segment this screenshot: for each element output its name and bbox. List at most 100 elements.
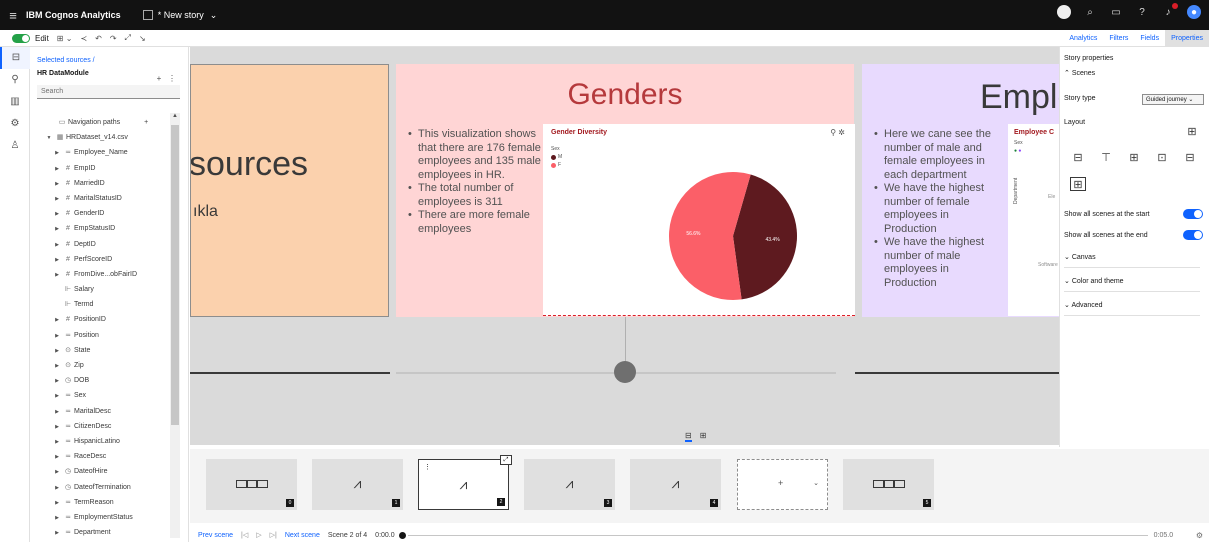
- grid-view-icon[interactable]: ⊞: [700, 431, 707, 442]
- tree-item[interactable]: ▶ ≂ EmploymentStatus: [30, 510, 170, 525]
- pin-icon[interactable]: ↘: [139, 34, 146, 43]
- add-scene-button[interactable]: + ⌄: [737, 459, 828, 510]
- tree-item[interactable]: ▶ # FromDive...obFairID: [30, 267, 170, 282]
- chevron-down-icon[interactable]: ⌄: [813, 479, 819, 487]
- tree-item[interactable]: ▶ ≂ CitizenDesc: [30, 419, 170, 434]
- chevron-right-icon[interactable]: ▶: [52, 511, 62, 526]
- story-title[interactable]: * New story: [158, 10, 204, 20]
- more-icon[interactable]: ⋮: [424, 463, 431, 471]
- expand-icon[interactable]: ⤢: [500, 455, 512, 465]
- tree-item[interactable]: ⊩ Termd: [30, 297, 170, 312]
- chevron-down-icon[interactable]: ▼: [44, 131, 54, 146]
- widgets-icon[interactable]: ⚙: [0, 113, 30, 135]
- scene-card-2[interactable]: Genders This visualization shows that th…: [396, 64, 855, 317]
- tree-item[interactable]: ▼ ▦ HRDataset_v14.csv: [30, 130, 170, 145]
- color-theme-section[interactable]: ⌄ Color and theme: [1064, 277, 1200, 292]
- chat-icon[interactable]: ▭: [1109, 5, 1123, 19]
- scrollbar[interactable]: ▲ ▼: [170, 113, 180, 538]
- chevron-right-icon[interactable]: ▶: [52, 207, 62, 222]
- layout-option-icon[interactable]: ⊟: [1182, 151, 1198, 165]
- tab-properties[interactable]: Properties: [1165, 30, 1209, 47]
- share-icon[interactable]: ≺: [80, 34, 87, 43]
- next-scene-button[interactable]: Next scene: [285, 532, 320, 539]
- playhead[interactable]: [398, 531, 406, 539]
- story-type-select[interactable]: Guided journey ⌄: [1142, 94, 1204, 105]
- chevron-right-icon[interactable]: ▶: [52, 465, 62, 480]
- chevron-right-icon[interactable]: ▶: [52, 268, 62, 283]
- data-sources-icon[interactable]: ⊟: [0, 47, 30, 69]
- scroll-up-icon[interactable]: ▲: [170, 113, 180, 119]
- bar-chart-widget[interactable]: Employee C Sex ● ● Department Ele Softwa…: [1008, 124, 1059, 316]
- tree-item[interactable]: ▶ ≂ Position: [30, 328, 170, 343]
- scene-thumbnail-2[interactable]: ⋮ ⤢ ⩘ 2: [418, 455, 512, 510]
- tab-analytics[interactable]: Analytics: [1063, 30, 1103, 47]
- breadcrumb[interactable]: Selected sources /: [30, 47, 188, 64]
- tree-item[interactable]: ▶ # EmpID: [30, 161, 170, 176]
- play-icon[interactable]: ▷: [256, 531, 261, 539]
- add-more-icon[interactable]: + ⋮: [157, 74, 176, 83]
- chevron-right-icon[interactable]: ▶: [52, 162, 62, 177]
- chevron-right-icon[interactable]: ▶: [52, 146, 62, 161]
- scene-thumbnail-5[interactable]: 5: [843, 459, 934, 510]
- chevron-right-icon[interactable]: ▶: [52, 405, 62, 420]
- pie-chart-widget[interactable]: Gender Diversity ⚲ ✲ Sex M F 43.4% 56.6%: [543, 124, 855, 316]
- tree-item[interactable]: ▶ ≂ Department: [30, 525, 170, 540]
- assistant-icon[interactable]: [1057, 5, 1071, 19]
- notification-icon[interactable]: ♪: [1161, 3, 1178, 19]
- tree-item[interactable]: ▶ # PerfScoreID: [30, 252, 170, 267]
- chevron-right-icon[interactable]: ▶: [52, 420, 62, 435]
- layout-option-icon[interactable]: ⊡: [1154, 151, 1170, 165]
- chevron-right-icon[interactable]: ▶: [52, 238, 62, 253]
- chevron-right-icon[interactable]: ▶: [52, 329, 62, 344]
- settings-icon[interactable]: ⚙: [1196, 531, 1203, 540]
- timeline-knob[interactable]: [614, 361, 636, 383]
- pin-icon[interactable]: ⚲: [0, 69, 30, 91]
- tree-item[interactable]: ▶ ≂ Employee_Name: [30, 145, 170, 160]
- chevron-right-icon[interactable]: ▶: [52, 450, 62, 465]
- tree-item[interactable]: ▶ # PositionID: [30, 312, 170, 327]
- timeline-track[interactable]: [407, 534, 1148, 536]
- search-icon[interactable]: ⌕: [1083, 5, 1097, 19]
- chevron-right-icon[interactable]: ▶: [52, 481, 62, 496]
- grid-icon[interactable]: ⊞ ⌄: [57, 34, 73, 43]
- chevron-right-icon[interactable]: ▶: [52, 177, 62, 192]
- menu-icon[interactable]: ≡: [0, 8, 26, 23]
- canvas-section[interactable]: ⌄ Canvas: [1064, 253, 1200, 268]
- chevron-right-icon[interactable]: ▶: [52, 253, 62, 268]
- advanced-section[interactable]: ⌄ Advanced: [1064, 301, 1200, 316]
- tree-item[interactable]: ▶ ⊙ Zip: [30, 358, 170, 373]
- tree-item[interactable]: ▶ # MaritalStatusID: [30, 191, 170, 206]
- show-start-toggle[interactable]: [1183, 209, 1203, 219]
- layout-option-icon[interactable]: ⊞: [1070, 177, 1086, 191]
- scrollbar-thumb[interactable]: [171, 125, 179, 425]
- assets-icon[interactable]: ♙: [0, 135, 30, 157]
- edit-toggle[interactable]: [12, 33, 30, 43]
- chevron-right-icon[interactable]: ▶: [52, 496, 62, 511]
- scene-card-3[interactable]: Emplo Here we cane see the number of mal…: [862, 64, 1059, 317]
- list-view-icon[interactable]: ⊟: [685, 431, 692, 442]
- tree-item[interactable]: ▶ ≂ HispanicLatino: [30, 434, 170, 449]
- tree-item[interactable]: ▶ ≂ Sex: [30, 388, 170, 403]
- tree-item[interactable]: ▶ ⊙ State: [30, 343, 170, 358]
- chevron-right-icon[interactable]: ▶: [52, 526, 62, 541]
- scene-card-1[interactable]: sources ıkla: [190, 64, 389, 317]
- chevron-right-icon[interactable]: ▶: [52, 344, 62, 359]
- scene-thumbnail-4[interactable]: ⩘ 4: [630, 459, 721, 510]
- help-icon[interactable]: ?: [1135, 5, 1149, 19]
- tree-item[interactable]: ▶ ◷ DateofHire: [30, 464, 170, 479]
- tree-item[interactable]: ▶ # GenderID: [30, 206, 170, 221]
- scene-thumbnail-0[interactable]: 0: [206, 459, 297, 510]
- scene-thumbnail-3[interactable]: ⩘ 3: [524, 459, 615, 510]
- tree-item[interactable]: ▭ Navigation paths +: [30, 115, 170, 130]
- undo-icon[interactable]: ↶: [95, 34, 102, 43]
- skip-forward-icon[interactable]: ▷|: [270, 531, 277, 539]
- tree-item[interactable]: ▶ ≂ TermReason: [30, 495, 170, 510]
- scene-thumbnail-1[interactable]: ⩘ 1: [312, 459, 403, 510]
- tree-item[interactable]: ▶ ≂ RaceDesc: [30, 449, 170, 464]
- tree-item[interactable]: ▶ # MarriedID: [30, 176, 170, 191]
- scenes-section-toggle[interactable]: ⌃ Scenes: [1064, 69, 1095, 77]
- avatar[interactable]: ●: [1187, 5, 1201, 19]
- chevron-right-icon[interactable]: ▶: [52, 222, 62, 237]
- chevron-right-icon[interactable]: ▶: [52, 374, 62, 389]
- chevron-right-icon[interactable]: ▶: [52, 192, 62, 207]
